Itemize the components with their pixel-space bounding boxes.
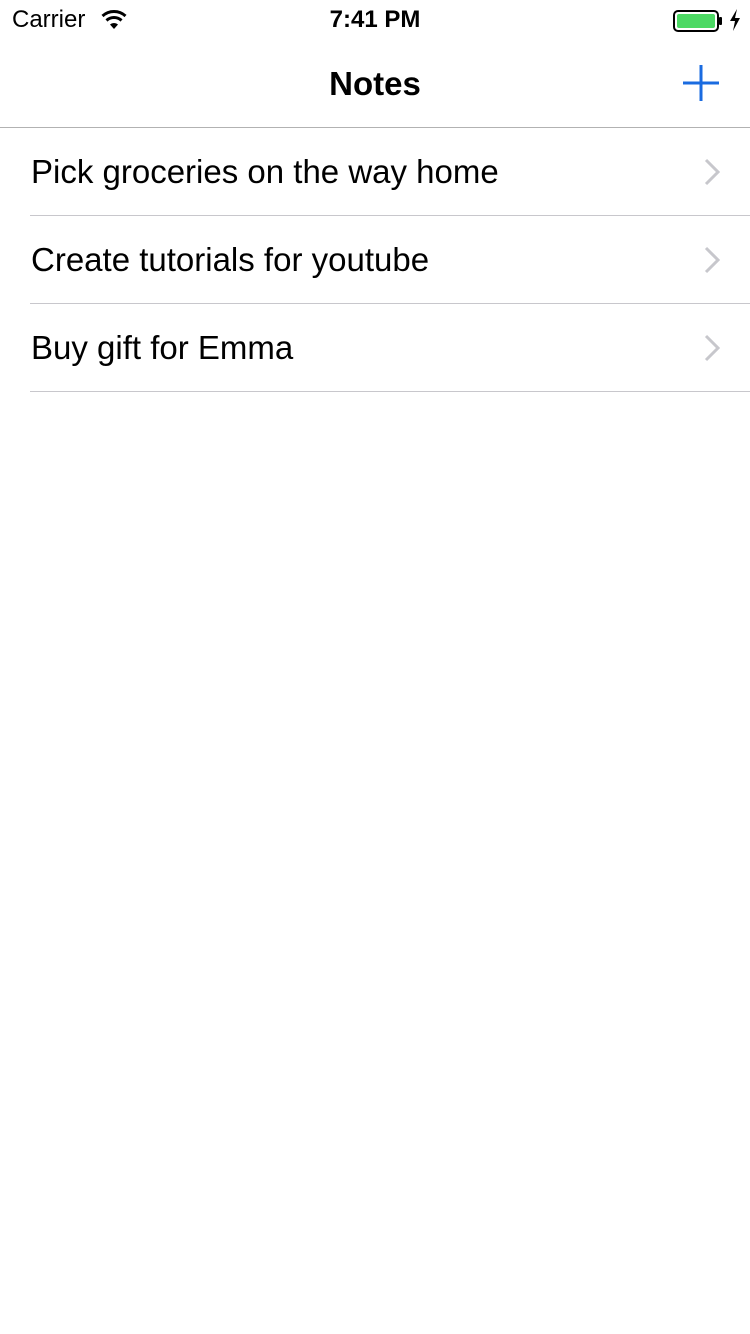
- note-row[interactable]: Buy gift for Emma: [0, 304, 750, 392]
- battery-icon: [673, 9, 725, 33]
- page-title: Notes: [329, 65, 421, 102]
- add-note-button[interactable]: [676, 58, 726, 108]
- status-time: 7:41 PM: [329, 6, 421, 33]
- chevron-right-icon: [704, 158, 721, 186]
- plus-icon: [683, 65, 719, 101]
- navigation-bar: Notes: [0, 40, 750, 128]
- chevron-right-icon: [704, 334, 721, 362]
- note-row[interactable]: Pick groceries on the way home: [0, 128, 750, 216]
- note-title: Buy gift for Emma: [31, 329, 294, 366]
- status-bar: Carrier 7:41 PM: [0, 0, 750, 40]
- chevron-right-icon: [704, 246, 721, 274]
- note-title: Pick groceries on the way home: [31, 153, 499, 190]
- row-separator: [30, 391, 750, 392]
- note-title: Create tutorials for youtube: [31, 241, 430, 278]
- charging-bolt-icon: [729, 9, 741, 31]
- note-row[interactable]: Create tutorials for youtube: [0, 216, 750, 304]
- notes-list: Pick groceries on the way home Create tu…: [0, 128, 750, 392]
